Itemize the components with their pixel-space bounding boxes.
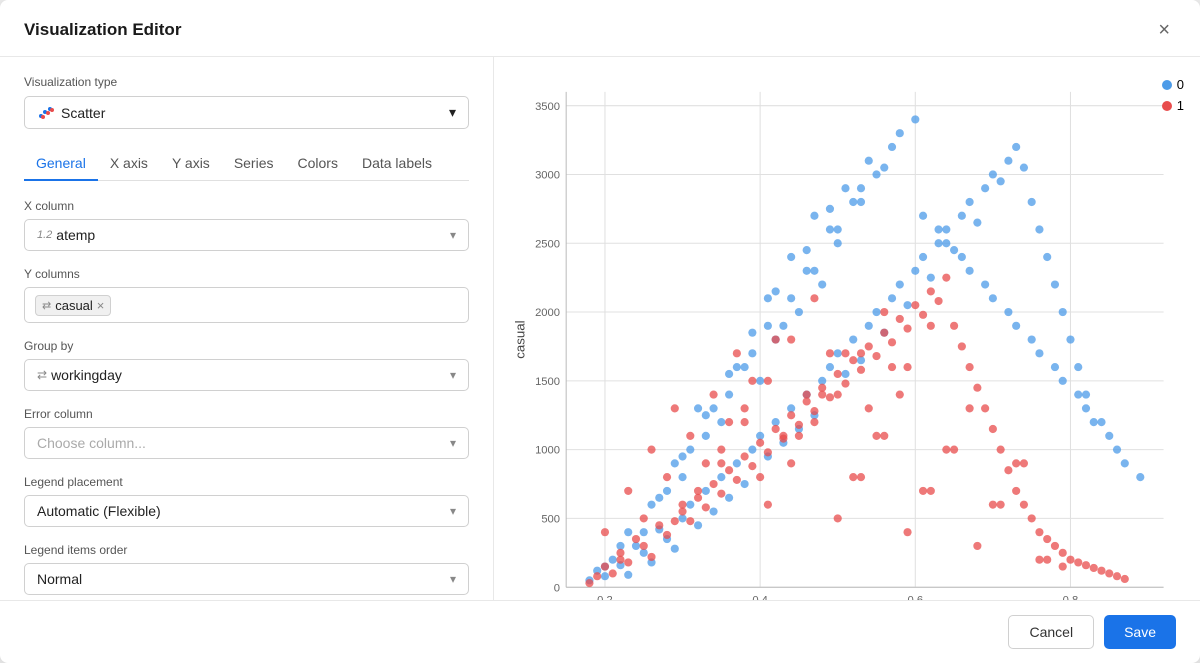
x-col-icon: 1.2: [37, 229, 52, 241]
legend-items-chevron: ▾: [450, 572, 456, 586]
visualization-editor-modal: Visualization Editor × Visualization typ…: [0, 0, 1200, 663]
svg-text:0.8: 0.8: [1063, 595, 1079, 600]
casual-tag-label: casual: [55, 298, 93, 313]
modal-header: Visualization Editor ×: [0, 0, 1200, 57]
svg-text:3500: 3500: [535, 101, 560, 113]
scatter-chart: 0 500 1000 1500 2000 2500 3000 3500 0.2 0.4 0.6 0.8…: [510, 69, 1184, 600]
legend-item-0: 0: [1162, 77, 1184, 92]
modal-body: Visualization type Scatter ▾: [0, 57, 1200, 600]
y-columns-group: Y columns ⇄ casual ×: [24, 267, 469, 323]
legend-placement-select[interactable]: Automatic (Flexible) ▾: [24, 495, 469, 527]
y-columns-input[interactable]: ⇄ casual ×: [24, 287, 469, 323]
legend-placement-label: Legend placement: [24, 475, 469, 489]
svg-text:0.2: 0.2: [597, 595, 613, 600]
tab-datalabels[interactable]: Data labels: [350, 147, 444, 181]
legend-placement-value: Automatic (Flexible): [37, 503, 161, 519]
x-column-chevron: ▾: [450, 228, 456, 242]
viz-type-chevron: ▾: [449, 104, 456, 121]
legend-items-label: Legend items order: [24, 543, 469, 557]
save-button[interactable]: Save: [1104, 615, 1176, 649]
tab-yaxis[interactable]: Y axis: [160, 147, 222, 181]
x-column-group: X column 1.2 atemp ▾: [24, 199, 469, 251]
error-column-select[interactable]: Choose column... ▾: [24, 427, 469, 459]
modal-title: Visualization Editor: [24, 20, 181, 40]
svg-text:0.4: 0.4: [752, 595, 768, 600]
casual-tag-remove[interactable]: ×: [97, 298, 105, 313]
viz-type-label: Visualization type: [24, 75, 469, 89]
viz-type-group: Visualization type Scatter ▾: [24, 75, 469, 129]
x-column-label: X column: [24, 199, 469, 213]
error-column-placeholder: Choose column...: [37, 435, 146, 451]
viz-type-value: Scatter: [61, 105, 105, 121]
left-panel: Visualization type Scatter ▾: [0, 57, 494, 600]
chart-container: 0 1 0 500 1000 1500 2000 2500 3000 3500 0.2 0.4 0.…: [510, 69, 1184, 600]
tabs-row: General X axis Y axis Series Colors Data…: [24, 147, 469, 181]
viz-type-select[interactable]: Scatter ▾: [24, 96, 469, 129]
group-by-icon: ⇄: [37, 368, 47, 382]
tab-general[interactable]: General: [24, 147, 98, 181]
y-column-tag-casual: ⇄ casual ×: [35, 295, 111, 316]
error-column-chevron: ▾: [450, 436, 456, 450]
tab-colors[interactable]: Colors: [286, 147, 350, 181]
legend-placement-chevron: ▾: [450, 504, 456, 518]
error-column-label: Error column: [24, 407, 469, 421]
scatter-icon: [37, 106, 55, 120]
svg-text:500: 500: [541, 514, 560, 526]
group-by-value-row: ⇄ workingday: [37, 367, 122, 383]
legend-dot-1: [1162, 101, 1172, 111]
close-button[interactable]: ×: [1152, 18, 1176, 42]
error-column-group: Error column Choose column... ▾: [24, 407, 469, 459]
legend-items-select[interactable]: Normal ▾: [24, 563, 469, 595]
legend-items-value: Normal: [37, 571, 82, 587]
modal-footer: Cancel Save: [0, 600, 1200, 663]
group-by-group: Group by ⇄ workingday ▾: [24, 339, 469, 391]
svg-text:1500: 1500: [535, 376, 560, 388]
group-by-value: workingday: [51, 367, 122, 383]
legend-item-1: 1: [1162, 98, 1184, 113]
legend-items-group: Legend items order Normal ▾: [24, 543, 469, 595]
chart-legend: 0 1: [1162, 77, 1184, 113]
legend-dot-0: [1162, 80, 1172, 90]
viz-type-icon: Scatter: [37, 105, 105, 121]
legend-label-1: 1: [1177, 98, 1184, 113]
svg-text:3000: 3000: [535, 170, 560, 182]
group-by-select[interactable]: ⇄ workingday ▾: [24, 359, 469, 391]
x-column-value: atemp: [56, 227, 95, 243]
legend-label-0: 0: [1177, 77, 1184, 92]
svg-text:1000: 1000: [535, 445, 560, 457]
y-columns-label: Y columns: [24, 267, 469, 281]
svg-text:casual: casual: [512, 320, 527, 358]
svg-text:0.6: 0.6: [907, 595, 923, 600]
group-by-label: Group by: [24, 339, 469, 353]
tab-series[interactable]: Series: [222, 147, 286, 181]
svg-text:2000: 2000: [535, 307, 560, 319]
legend-placement-group: Legend placement Automatic (Flexible) ▾: [24, 475, 469, 527]
svg-text:0: 0: [554, 582, 560, 594]
x-column-select[interactable]: 1.2 atemp ▾: [24, 219, 469, 251]
tab-xaxis[interactable]: X axis: [98, 147, 160, 181]
group-by-chevron: ▾: [450, 368, 456, 382]
casual-tag-icon: ⇄: [42, 299, 51, 312]
svg-text:2500: 2500: [535, 238, 560, 250]
chart-panel: 0 1 0 500 1000 1500 2000 2500 3000 3500 0.2 0.4 0.…: [494, 57, 1200, 600]
cancel-button[interactable]: Cancel: [1008, 615, 1094, 649]
x-column-value-row: 1.2 atemp: [37, 227, 95, 243]
